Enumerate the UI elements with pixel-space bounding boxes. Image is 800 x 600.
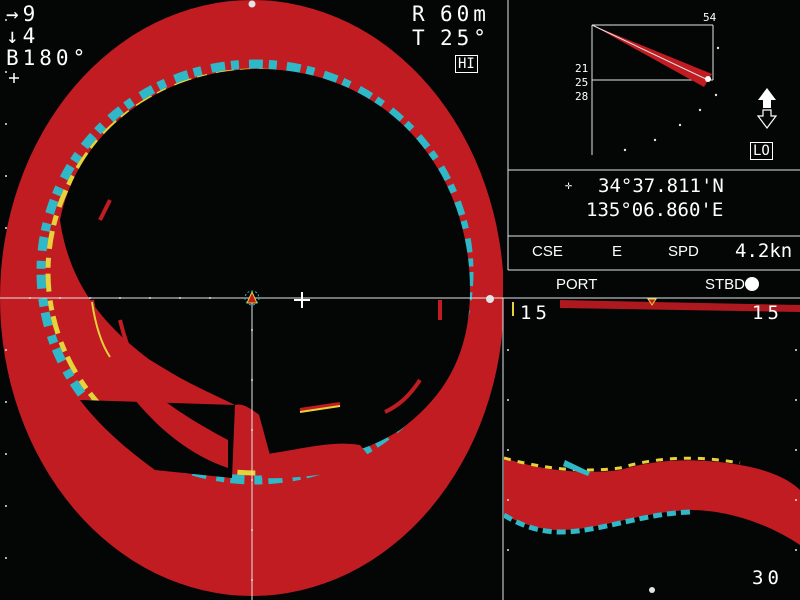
- depth-readout: ↓4: [6, 24, 40, 48]
- circle-sonar-view: [0, 0, 503, 600]
- tilt-gauge-value-2: 25: [575, 76, 589, 89]
- range-value: 60m: [440, 2, 490, 26]
- tilt-gauge-value-3: 28: [575, 90, 589, 103]
- up-down-arrow-icon[interactable]: [756, 88, 778, 129]
- stbd-label: STBD: [705, 276, 746, 293]
- mode-badge[interactable]: LO: [750, 142, 773, 160]
- cse-value: E: [612, 243, 623, 260]
- depth-scale-bottom: 30: [752, 567, 783, 589]
- longitude-readout: 135°06.860'E: [586, 199, 724, 221]
- gain-badge[interactable]: HI: [455, 55, 478, 73]
- tilt-gauge-top-value: 54: [703, 11, 717, 24]
- spd-label: SPD: [668, 243, 699, 260]
- range-label: R: [412, 2, 429, 26]
- gps-marker-icon: ✛: [565, 178, 573, 192]
- tilt-label: T: [412, 26, 429, 50]
- latitude-readout: 34°37.811'N: [598, 175, 724, 197]
- depth-scale-right: 15: [752, 302, 783, 324]
- port-label: PORT: [556, 276, 598, 293]
- stbd-indicator-icon[interactable]: [745, 277, 759, 291]
- depth-scale-left: 15: [520, 302, 551, 324]
- tilt-gauge-value-1: 21: [575, 62, 589, 75]
- sonar-scan-graphic: [0, 0, 800, 600]
- tilt-gauge: [591, 24, 778, 155]
- cse-label: CSE: [532, 243, 563, 260]
- side-scan-view: [504, 298, 800, 593]
- tilt-value: 25°: [440, 26, 490, 50]
- bearing-readout: B180°: [6, 46, 90, 70]
- heading-readout: →9: [6, 2, 40, 26]
- spd-value: 4.2kn: [735, 240, 793, 262]
- crosshair-small-icon: [9, 73, 19, 83]
